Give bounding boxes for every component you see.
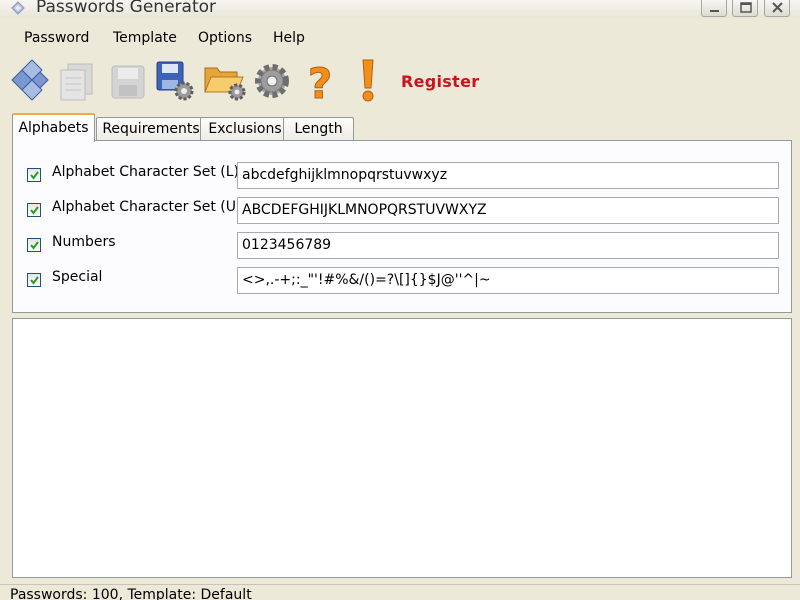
register-link[interactable]: Register <box>401 72 479 91</box>
close-icon <box>772 2 783 13</box>
close-button[interactable] <box>764 0 790 17</box>
maximize-button[interactable] <box>732 0 758 17</box>
tab-exclusions[interactable]: Exclusions <box>200 117 290 141</box>
numbers-label: Numbers <box>52 234 116 250</box>
help-icon[interactable]: ? <box>298 58 342 105</box>
alphabet-row-special: Special <>,.-+;:_"'!#%&/()=?\[]{}$J@''^|… <box>13 267 793 297</box>
copy-icon[interactable] <box>56 58 100 104</box>
uppercase-label: Alphabet Character Set (U) <box>52 199 242 215</box>
lowercase-checkbox[interactable] <box>27 168 41 182</box>
checkmark-icon <box>30 171 39 180</box>
numbers-charset-input[interactable]: 0123456789 <box>237 232 779 259</box>
tab-alphabets[interactable]: Alphabets <box>12 113 95 142</box>
svg-text:?: ? <box>308 59 332 104</box>
alphabets-panel: Alphabet Character Set (L) abcdefghijklm… <box>12 140 792 313</box>
checkmark-icon <box>30 276 39 285</box>
menu-template[interactable]: Template <box>113 30 177 46</box>
password-output-area[interactable] <box>12 318 792 578</box>
uppercase-charset-input[interactable]: ABCDEFGHIJKLMNOPQRSTUVWXYZ <box>237 197 779 224</box>
checkmark-icon <box>30 206 39 215</box>
numbers-checkbox[interactable] <box>27 238 41 252</box>
alphabet-row-numbers: Numbers 0123456789 <box>13 232 793 262</box>
special-label: Special <box>52 269 103 285</box>
register-icon[interactable] <box>346 58 390 104</box>
status-bar: Passwords: 100, Template: Default <box>0 584 800 600</box>
uppercase-checkbox[interactable] <box>27 203 41 217</box>
title-bar: Passwords Generator <box>0 0 800 18</box>
alphabet-row-lowercase: Alphabet Character Set (L) abcdefghijklm… <box>13 162 793 192</box>
special-charset-input[interactable]: <>,.-+;:_"'!#%&/()=?\[]{}$J@''^|~ <box>237 267 779 294</box>
toolbar: ? Register <box>0 58 800 106</box>
menu-password[interactable]: Password <box>24 30 89 46</box>
status-text: Passwords: 100, Template: Default <box>10 587 252 600</box>
menu-help[interactable]: Help <box>273 30 305 46</box>
minimize-button[interactable] <box>701 0 727 17</box>
menu-options[interactable]: Options <box>198 30 252 46</box>
open-folder-icon[interactable] <box>203 58 247 104</box>
lowercase-charset-input[interactable]: abcdefghijklmnopqrstuvwxyz <box>237 162 779 189</box>
maximize-icon <box>740 2 752 13</box>
alphabet-row-uppercase: Alphabet Character Set (U) ABCDEFGHIJKLM… <box>13 197 793 227</box>
tab-requirements[interactable]: Requirements <box>96 117 206 141</box>
lowercase-label: Alphabet Character Set (L) <box>52 164 239 180</box>
generate-icon[interactable] <box>6 58 50 104</box>
minimize-icon <box>710 10 719 12</box>
special-checkbox[interactable] <box>27 273 41 287</box>
settings-gear-icon[interactable] <box>250 58 294 104</box>
save-icon[interactable] <box>106 58 150 104</box>
app-logo-icon <box>11 1 25 15</box>
window-title: Passwords Generator <box>36 0 216 17</box>
tab-length[interactable]: Length <box>283 117 354 141</box>
save-settings-icon[interactable] <box>153 58 197 104</box>
checkmark-icon <box>30 241 39 250</box>
menu-bar: Password Template Options Help <box>0 26 800 52</box>
